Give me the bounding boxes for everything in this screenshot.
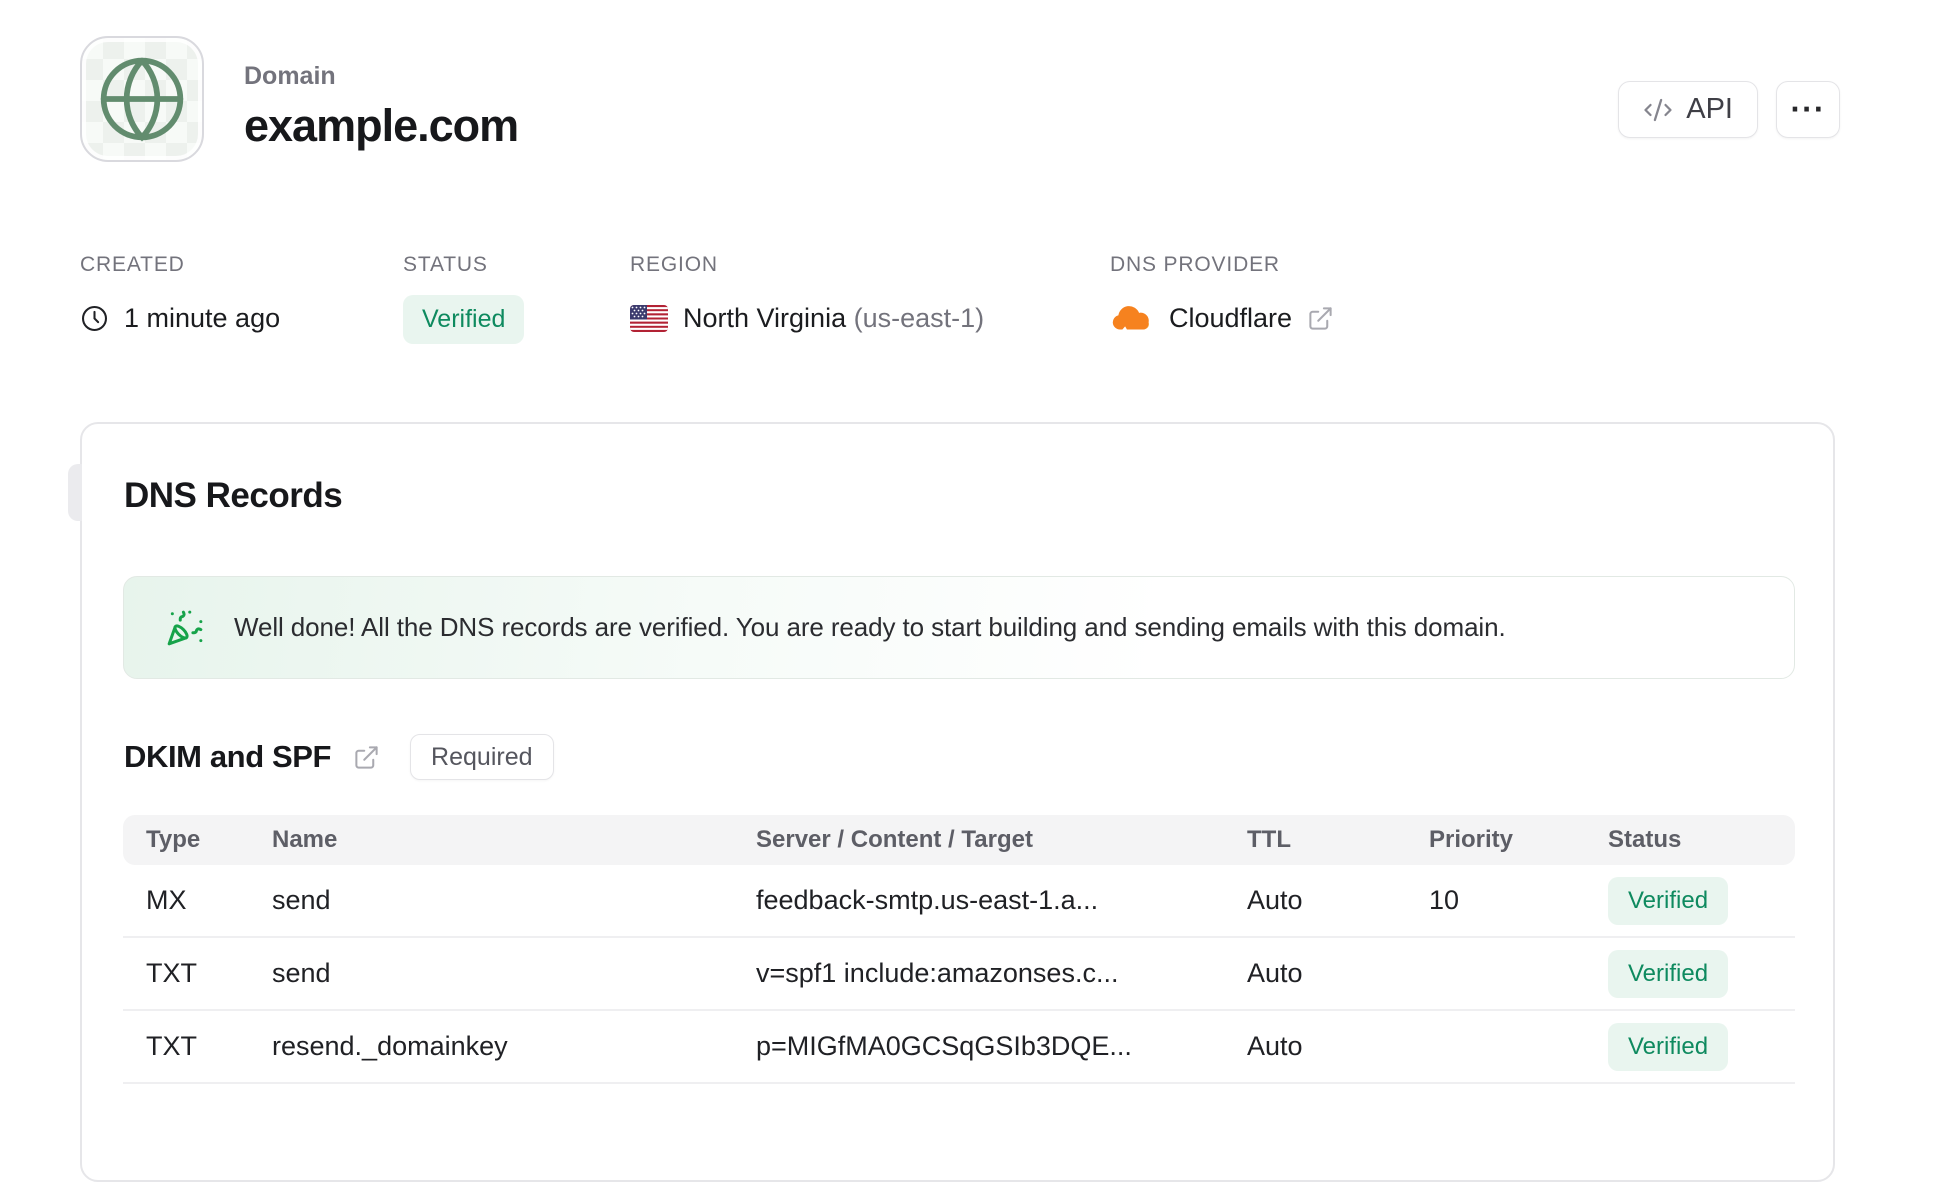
title-block: Domain example.com: [244, 36, 519, 162]
page-title: example.com: [244, 100, 519, 151]
page-header: Domain example.com API ···: [80, 36, 1840, 162]
record-status-badge: Verified: [1608, 876, 1729, 925]
dns-records-card: DNS Records Well done! All the DNS recor…: [68, 422, 1835, 1182]
record-ttl: Auto: [1247, 885, 1303, 915]
record-content[interactable]: feedback-smtp.us-east-1.a...: [756, 885, 1247, 916]
status-badge: Verified: [403, 295, 525, 344]
domain-avatar: [80, 36, 204, 162]
col-ttl: TTL: [1247, 826, 1291, 853]
status-label: STATUS: [403, 253, 488, 276]
region-code: (us-east-1): [853, 303, 985, 333]
dns-provider-label: DNS PROVIDER: [1110, 253, 1280, 276]
required-badge: Required: [410, 734, 554, 780]
region-label: REGION: [630, 253, 718, 276]
record-type: TXT: [146, 1031, 197, 1061]
col-priority: Priority: [1429, 826, 1514, 853]
table-header-row: Type Name Server / Content / Target TTL …: [123, 815, 1795, 865]
record-name: resend._domainkey: [272, 1031, 508, 1061]
section-indicator-tab: [68, 464, 82, 521]
dns-provider-value[interactable]: Cloudflare: [1169, 303, 1292, 334]
col-name: Name: [272, 826, 338, 853]
ellipsis-icon: ···: [1790, 91, 1826, 127]
record-status-badge: Verified: [1608, 1022, 1729, 1071]
record-status-badge: Verified: [1608, 949, 1729, 998]
header-actions: API ···: [1618, 81, 1840, 138]
record-ttl: Auto: [1247, 1031, 1303, 1061]
record-name: send: [272, 958, 331, 988]
record-ttl: Auto: [1247, 958, 1303, 988]
domain-identity: Domain example.com: [80, 36, 519, 162]
domain-meta: CREATED 1 minute ago STATUS Verified REG…: [80, 253, 1836, 363]
table-row: TXT send v=spf1 include:amazonses.c... A…: [123, 938, 1795, 1011]
meta-status: STATUS Verified: [403, 253, 525, 344]
record-content[interactable]: p=MIGfMA0GCSqGSIb3DQE...: [756, 1031, 1247, 1062]
api-button-label: API: [1686, 93, 1733, 125]
clock-icon: [80, 304, 109, 333]
table-row: TXT resend._domainkey p=MIGfMA0GCSqGSIb3…: [123, 1011, 1795, 1084]
dkim-spf-title: DKIM and SPF: [124, 739, 332, 774]
created-label: CREATED: [80, 253, 185, 276]
cloudflare-icon: [1110, 304, 1154, 333]
meta-dns-provider: DNS PROVIDER Cloudflare: [1110, 253, 1334, 334]
meta-region: REGION North Virginia (us-east-1): [630, 253, 984, 334]
record-name: send: [272, 885, 331, 915]
col-status: Status: [1608, 826, 1682, 853]
party-popper-icon: [166, 609, 204, 647]
record-content[interactable]: v=spf1 include:amazonses.c...: [756, 958, 1247, 989]
us-flag-icon: [630, 305, 668, 332]
globe-icon: [96, 53, 188, 145]
dns-records-title: DNS Records: [124, 476, 343, 515]
col-content: Server / Content / Target: [756, 826, 1033, 853]
page-eyebrow: Domain: [244, 62, 336, 90]
api-button[interactable]: API: [1618, 81, 1758, 138]
external-link-icon[interactable]: [1307, 305, 1334, 332]
record-priority: 10: [1429, 885, 1460, 915]
created-value: 1 minute ago: [124, 303, 281, 333]
table-row: MX send feedback-smtp.us-east-1.a... Aut…: [123, 865, 1795, 938]
external-link-icon[interactable]: [353, 744, 380, 771]
dns-records-table: Type Name Server / Content / Target TTL …: [123, 815, 1795, 1084]
success-banner-text: Well done! All the DNS records are verif…: [234, 612, 1506, 642]
record-type: MX: [146, 885, 187, 915]
more-options-button[interactable]: ···: [1776, 81, 1840, 138]
dkim-spf-section-header: DKIM and SPF Required: [124, 734, 554, 780]
region-value: North Virginia (us-east-1): [683, 303, 985, 333]
meta-created: CREATED 1 minute ago: [80, 253, 280, 334]
record-type: TXT: [146, 958, 197, 988]
success-banner: Well done! All the DNS records are verif…: [123, 576, 1795, 679]
code-icon: [1643, 95, 1673, 125]
col-type: Type: [146, 826, 201, 853]
